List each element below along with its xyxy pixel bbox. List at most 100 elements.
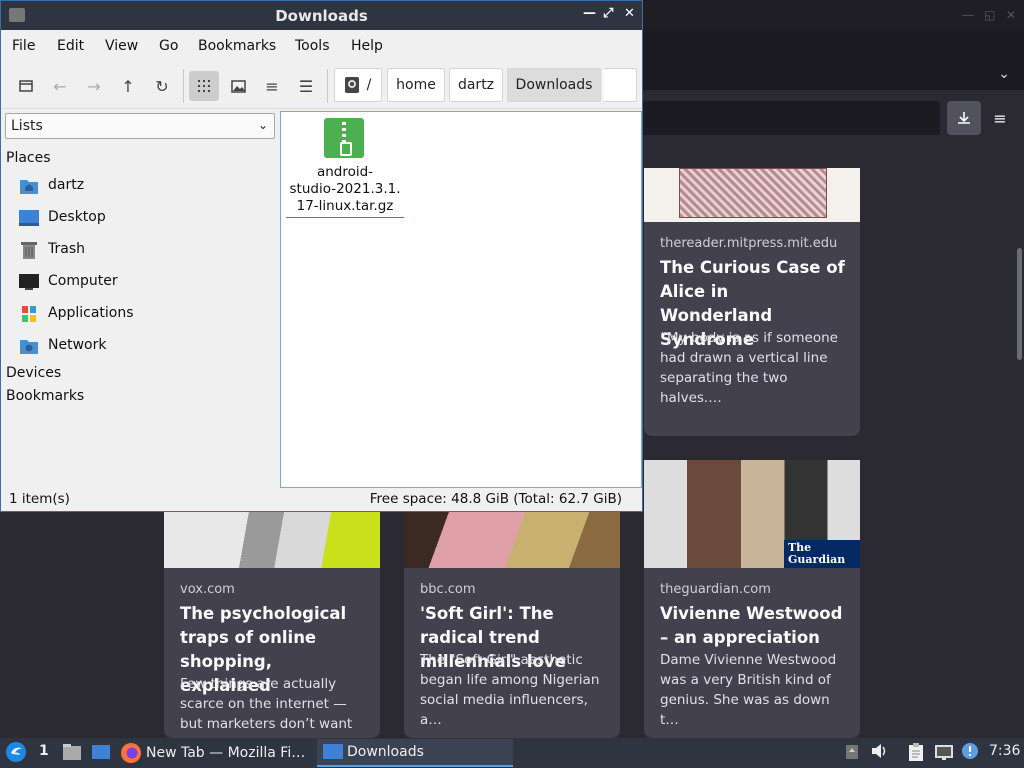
devices-header[interactable]: Devices bbox=[6, 365, 61, 381]
file-manager-window: Downloads — ⤢ ✕ File Edit View Go Bookma… bbox=[0, 0, 643, 512]
hamburger-menu-icon[interactable]: ≡ bbox=[988, 101, 1012, 135]
place-item-trash[interactable]: Trash bbox=[19, 238, 269, 264]
place-label: Trash bbox=[48, 241, 85, 257]
volume-icon[interactable] bbox=[870, 742, 888, 764]
file-name: android- studio-2021.3.1. 17-linux.tar.g… bbox=[286, 164, 404, 218]
menu-edit[interactable]: Edit bbox=[57, 38, 84, 54]
place-item-home[interactable]: dartz bbox=[19, 174, 269, 200]
place-item-desktop[interactable]: Desktop bbox=[19, 206, 269, 232]
toolbar-separator bbox=[327, 69, 328, 103]
scrollbar-thumb[interactable] bbox=[1017, 248, 1022, 360]
task-firefox[interactable]: New Tab — Mozilla Fi… bbox=[120, 739, 310, 767]
network-status-icon[interactable] bbox=[934, 743, 954, 765]
breadcrumb-label: home bbox=[396, 77, 436, 93]
place-label: Network bbox=[48, 337, 107, 353]
downloads-button[interactable] bbox=[947, 101, 981, 135]
place-item-computer[interactable]: Computer bbox=[19, 270, 269, 296]
folder-view[interactable]: android- studio-2021.3.1. 17-linux.tar.g… bbox=[280, 111, 642, 488]
root-drive-icon bbox=[344, 77, 359, 93]
task-label: Downloads bbox=[347, 744, 424, 760]
maximize-icon[interactable]: ⤢ bbox=[603, 6, 613, 21]
breadcrumb-label: / bbox=[366, 77, 372, 93]
place-item-network[interactable]: Network bbox=[19, 334, 269, 360]
icon-view-icon[interactable] bbox=[189, 71, 219, 101]
maximize-icon[interactable]: ◱ bbox=[984, 8, 995, 22]
reload-icon[interactable]: ↻ bbox=[147, 71, 177, 101]
new-tab-icon[interactable] bbox=[11, 71, 41, 101]
place-label: Computer bbox=[48, 273, 118, 289]
free-space: Free space: 48.8 GiB (Total: 62.7 GiB) bbox=[369, 491, 622, 507]
menu-tools[interactable]: Tools bbox=[295, 38, 330, 54]
story-thumbnail: The Guardian bbox=[644, 460, 860, 568]
toolbar: ← → ↑ ↻ ≡ ☰ / home dartz Downloads bbox=[1, 61, 642, 109]
story-source: bbc.com bbox=[420, 582, 476, 597]
thumbnail-view-icon[interactable] bbox=[223, 71, 253, 101]
clock[interactable]: 7:36 bbox=[989, 743, 1020, 759]
menu-help[interactable]: Help bbox=[351, 38, 383, 54]
computer-icon bbox=[19, 273, 39, 291]
breadcrumb-root[interactable]: / bbox=[334, 68, 382, 102]
minimize-icon[interactable]: — bbox=[583, 6, 596, 21]
status-bar: 1 item(s) Free space: 48.8 GiB (Total: 6… bbox=[1, 489, 642, 511]
side-pane-mode-select[interactable]: Lists ⌄ bbox=[5, 113, 275, 139]
up-arrow-icon[interactable]: ↑ bbox=[113, 71, 143, 101]
close-icon[interactable]: ✕ bbox=[624, 6, 635, 21]
places-header[interactable]: Places bbox=[6, 150, 51, 166]
folder-icon bbox=[323, 744, 343, 759]
task-downloads[interactable]: Downloads bbox=[317, 739, 513, 767]
start-menu-icon[interactable] bbox=[5, 741, 27, 767]
desktop-icon bbox=[19, 209, 39, 227]
trash-icon bbox=[19, 241, 39, 259]
story-card[interactable]: The Guardian theguardian.com Vivienne We… bbox=[644, 460, 860, 738]
clipboard-icon[interactable] bbox=[906, 742, 926, 766]
back-arrow-icon[interactable]: ← bbox=[45, 71, 75, 101]
close-icon[interactable]: ✕ bbox=[1006, 8, 1016, 22]
list-all-tabs-icon[interactable]: ⌄ bbox=[998, 66, 1010, 82]
item-count: 1 item(s) bbox=[9, 491, 70, 507]
network-icon bbox=[19, 337, 39, 355]
place-label: Applications bbox=[48, 305, 134, 321]
story-source: theguardian.com bbox=[660, 582, 771, 597]
breadcrumb-dartz[interactable]: dartz bbox=[449, 68, 503, 102]
firefox-icon bbox=[121, 743, 141, 763]
story-card[interactable]: thereader.mitpress.mit.edu The Curious C… bbox=[644, 168, 860, 436]
menu-bookmarks[interactable]: Bookmarks bbox=[198, 38, 276, 54]
menu-go[interactable]: Go bbox=[159, 38, 178, 54]
url-bar[interactable] bbox=[640, 101, 940, 135]
window-titlebar[interactable]: Downloads — ⤢ ✕ bbox=[1, 1, 642, 30]
chevron-down-icon: ⌄ bbox=[257, 118, 268, 132]
minimize-icon[interactable]: — bbox=[962, 8, 974, 22]
menu-view[interactable]: View bbox=[105, 38, 138, 54]
forward-arrow-icon[interactable]: → bbox=[79, 71, 109, 101]
compact-view-icon[interactable]: ≡ bbox=[257, 71, 287, 101]
bookmarks-header[interactable]: Bookmarks bbox=[6, 388, 84, 404]
breadcrumb-home[interactable]: home bbox=[387, 68, 445, 102]
side-pane-mode-value: Lists bbox=[11, 118, 43, 134]
story-source: thereader.mitpress.mit.edu bbox=[660, 236, 838, 251]
detailed-list-view-icon[interactable]: ☰ bbox=[291, 71, 321, 101]
breadcrumb-overflow bbox=[603, 68, 637, 102]
workspace-number[interactable]: 1 bbox=[39, 743, 49, 759]
menu-file[interactable]: File bbox=[12, 38, 35, 54]
tray-upload-icon[interactable] bbox=[845, 744, 859, 764]
taskbar: 1 New Tab — Mozilla Fi… Downloads 7:36 bbox=[0, 738, 1024, 768]
story-thumbnail bbox=[644, 168, 860, 222]
story-title: Vivienne Westwood – an appreciation bbox=[660, 604, 843, 647]
download-icon bbox=[958, 112, 970, 124]
place-label: dartz bbox=[48, 177, 85, 193]
applications-icon bbox=[19, 305, 39, 323]
notification-icon[interactable] bbox=[961, 742, 979, 764]
story-excerpt: Dame Vivienne Westwood was a very Britis… bbox=[660, 652, 837, 728]
story-excerpt: The "Soft Girl" aesthetic began life amo… bbox=[420, 652, 600, 728]
home-folder-icon bbox=[19, 177, 39, 195]
breadcrumb-label: Downloads bbox=[515, 77, 593, 93]
show-desktop-icon[interactable] bbox=[91, 742, 111, 766]
file-manager-launcher-icon[interactable] bbox=[62, 742, 82, 766]
archive-icon bbox=[324, 118, 364, 158]
place-item-applications[interactable]: Applications bbox=[19, 302, 269, 328]
side-pane: Lists ⌄ Places dartz Desktop Trash Compu… bbox=[1, 109, 279, 489]
story-excerpt: “My body is as if someone had drawn a ve… bbox=[660, 330, 838, 406]
window-title: Downloads bbox=[275, 7, 368, 25]
toolbar-separator bbox=[183, 69, 184, 103]
breadcrumb-downloads[interactable]: Downloads bbox=[507, 68, 601, 102]
